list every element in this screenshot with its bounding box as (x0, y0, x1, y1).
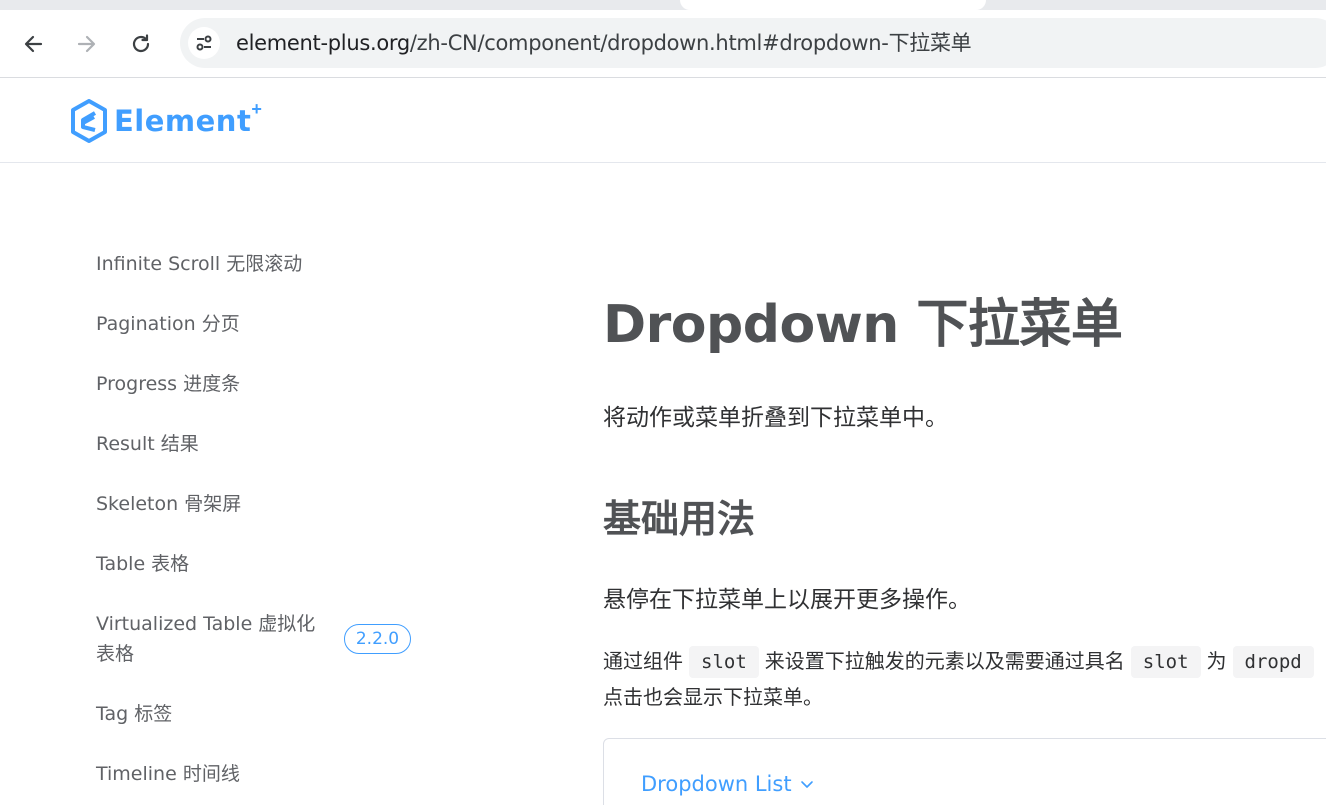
address-bar[interactable]: element-plus.org/zh-CN/component/dropdow… (180, 18, 1326, 68)
tune-icon (196, 35, 212, 51)
site-info-button[interactable] (188, 27, 220, 59)
chevron-down-icon (800, 781, 813, 788)
url-host: element-plus.org (236, 31, 410, 55)
page-lead: 将动作或菜单折叠到下拉菜单中。 (603, 405, 948, 431)
inline-code: slot (689, 646, 759, 678)
sidebar-item-virtualized-table[interactable]: Virtualized Table 虚拟化 表格 (96, 609, 336, 669)
reload-button[interactable] (125, 28, 157, 60)
dropdown-label: Dropdown List (641, 772, 792, 796)
reload-icon (132, 34, 150, 53)
url-text[interactable]: element-plus.org/zh-CN/component/dropdow… (236, 31, 972, 55)
sidebar-item-progress[interactable]: Progress 进度条 (96, 369, 240, 399)
sidebar-item-result[interactable]: Result 结果 (96, 429, 199, 459)
sidebar-item-timeline[interactable]: Timeline 时间线 (96, 759, 240, 789)
inline-code: slot (1130, 646, 1201, 678)
site-header: Element + (0, 79, 1326, 163)
usage-paragraph-line2: 点击也会显示下拉菜单。 (603, 685, 823, 709)
forward-button[interactable] (71, 28, 103, 60)
sidebar-item-label-line1: Virtualized Table 虚拟化 (96, 613, 316, 635)
back-button[interactable] (17, 28, 49, 60)
sidebar-item-label-line2: 表格 (96, 643, 135, 665)
para-text: 来设置下拉触发的元素以及需要通过具名 (764, 649, 1125, 673)
arrow-right-icon (77, 35, 96, 53)
arrow-left-icon (24, 35, 43, 53)
sidebar-item-tag[interactable]: Tag 标签 (96, 699, 172, 729)
site-logo[interactable]: Element + (70, 99, 262, 143)
browser-tabstrip (0, 0, 1326, 10)
page-title: Dropdown 下拉菜单 (603, 295, 1123, 355)
url-path: /zh-CN/component/dropdown.html#dropdown-… (409, 31, 972, 55)
section-title[interactable]: 基础用法 (603, 488, 755, 543)
sidebar-item-pagination[interactable]: Pagination 分页 (96, 309, 240, 339)
element-logo-icon (71, 99, 107, 143)
browser-active-tab[interactable] (680, 0, 986, 10)
para-text: 通过组件 (603, 649, 683, 673)
logo-text: Element (114, 104, 252, 138)
browser-toolbar: element-plus.org/zh-CN/component/dropdow… (0, 10, 1326, 78)
dropdown-trigger[interactable]: Dropdown List (641, 772, 814, 796)
sidebar-item-table[interactable]: Table 表格 (96, 549, 189, 579)
section-description: 悬停在下拉菜单上以展开更多操作。 (603, 587, 971, 613)
usage-paragraph: 通过组件 slot 来设置下拉触发的元素以及需要通过具名 slot 为 dropd (603, 643, 1326, 679)
inline-code: dropd (1232, 646, 1314, 678)
version-badge: 2.2.0 (344, 624, 411, 654)
sidebar-item-skeleton[interactable]: Skeleton 骨架屏 (96, 489, 241, 519)
logo-plus: + (251, 98, 262, 119)
sidebar-item-infinite-scroll[interactable]: Infinite Scroll 无限滚动 (96, 249, 302, 279)
para-text: 为 (1206, 649, 1227, 673)
